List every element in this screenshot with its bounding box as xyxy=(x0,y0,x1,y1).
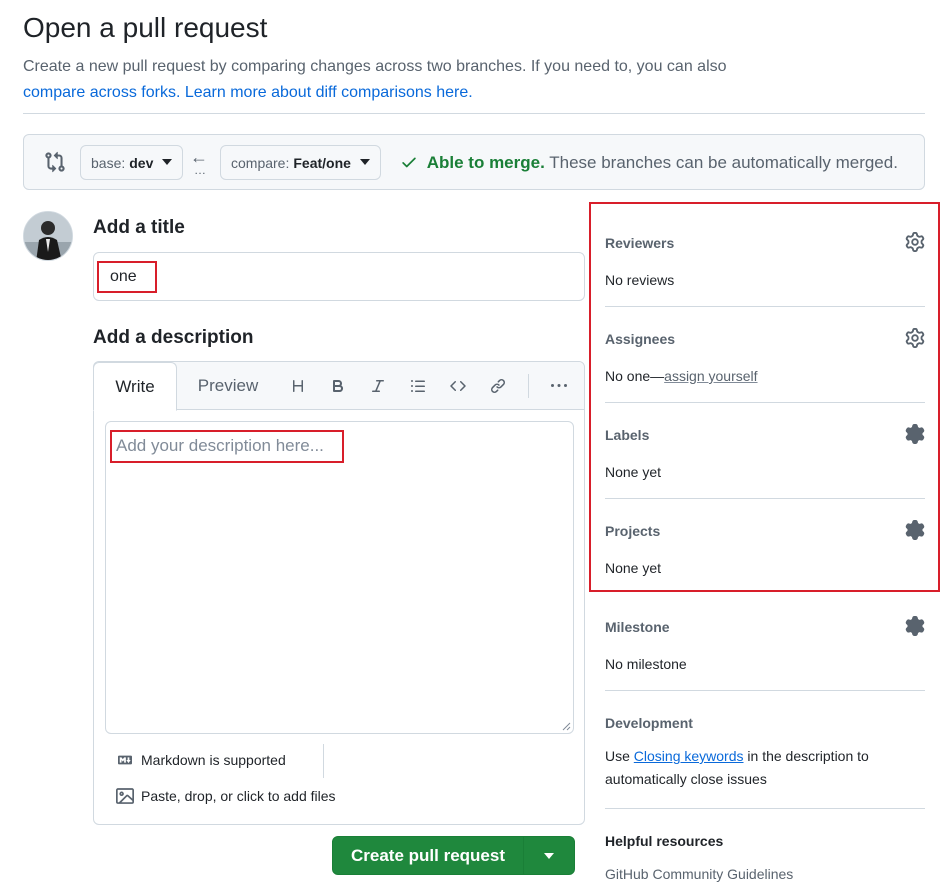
markdown-icon xyxy=(118,755,132,765)
list-icon xyxy=(411,380,425,392)
markdown-note[interactable]: Markdown is supported xyxy=(115,752,286,768)
merge-ok-label: Able to merge. xyxy=(426,153,545,172)
learn-more-link[interactable]: Learn more about diff comparisons here. xyxy=(185,84,473,101)
milestone-heading: Milestone xyxy=(605,619,670,635)
branch-compare-bar: base: dev ← … compare: Feat/one Able to … xyxy=(23,134,925,190)
title-label: Add a title xyxy=(93,217,185,238)
description-textarea[interactable]: Add your description here... xyxy=(105,421,574,734)
compare-branch-name: Feat/one xyxy=(293,154,351,171)
milestone-section: Milestone No milestone xyxy=(605,616,925,676)
compare-branch-select[interactable]: compare: Feat/one xyxy=(220,145,381,180)
base-branch-name: dev xyxy=(129,154,154,171)
community-guidelines-link[interactable]: GitHub Community Guidelines xyxy=(605,866,793,882)
create-pull-request-button[interactable]: Create pull request xyxy=(332,836,575,875)
development-prefix: Use xyxy=(605,748,634,764)
title-input[interactable]: one xyxy=(93,252,585,301)
more-button[interactable] xyxy=(547,374,571,398)
ellipsis-icon: … xyxy=(194,163,206,177)
heading-button[interactable] xyxy=(286,374,310,398)
gear-icon[interactable] xyxy=(905,616,925,636)
base-branch-select[interactable]: base: dev xyxy=(80,145,184,180)
link-button[interactable] xyxy=(486,374,510,398)
create-options-dropdown[interactable] xyxy=(524,837,574,874)
helpful-resources-list: GitHub Community Guidelines xyxy=(605,863,925,886)
closing-keywords-link[interactable]: Closing keywords xyxy=(634,748,744,764)
description-label: Add a description xyxy=(93,327,254,348)
markdown-note-label: Markdown is supported xyxy=(141,752,286,768)
bold-icon xyxy=(333,380,344,392)
more-icon xyxy=(551,384,567,387)
editor-toolbar: Write Preview xyxy=(93,362,584,411)
page-title: Open a pull request xyxy=(23,12,268,43)
resize-grip-icon[interactable] xyxy=(562,722,571,731)
italic-button[interactable] xyxy=(366,374,390,398)
development-section: Development Use Closing keywords in the … xyxy=(605,715,925,791)
merge-status: Able to merge. These branches can be aut… xyxy=(400,153,898,173)
base-prefix: base: xyxy=(91,154,126,171)
attach-files-label: Paste, drop, or click to add files xyxy=(141,788,336,804)
list-button[interactable] xyxy=(406,374,430,398)
sidebar-divider xyxy=(605,808,925,809)
avatar xyxy=(23,211,73,261)
header-divider xyxy=(23,113,925,114)
compare-prefix: compare: xyxy=(231,154,290,171)
avatar-image xyxy=(24,212,72,260)
sidebar-divider xyxy=(605,690,925,691)
code-icon xyxy=(450,380,466,392)
compare-forks-link[interactable]: compare across forks. xyxy=(23,84,180,101)
development-value: Use Closing keywords in the description … xyxy=(605,745,925,791)
merge-detail: These branches can be automatically merg… xyxy=(549,153,898,172)
page-subtitle: Create a new pull request by comparing c… xyxy=(23,54,903,106)
helpful-resources-section: Helpful resources GitHub Community Guide… xyxy=(605,833,925,886)
image-icon xyxy=(116,788,134,804)
bold-button[interactable] xyxy=(326,374,350,398)
tab-write[interactable]: Write xyxy=(93,362,177,411)
chevron-down-icon xyxy=(359,158,370,165)
helpful-resources-heading: Helpful resources xyxy=(605,833,724,849)
attach-files[interactable]: Paste, drop, or click to add files xyxy=(115,787,336,805)
check-icon xyxy=(402,157,416,168)
git-compare-icon xyxy=(45,151,65,173)
chevron-down-icon xyxy=(544,852,554,859)
subtitle-text: Create a new pull request by comparing c… xyxy=(23,58,727,75)
milestone-value: No milestone xyxy=(605,656,687,672)
italic-icon xyxy=(372,380,384,392)
footer-divider xyxy=(323,744,324,778)
title-highlight-box xyxy=(97,261,157,293)
tab-preview[interactable]: Preview xyxy=(186,362,270,410)
description-highlight-box xyxy=(110,430,344,463)
code-button[interactable] xyxy=(446,374,470,398)
chevron-down-icon xyxy=(162,158,173,165)
create-pull-request-label[interactable]: Create pull request xyxy=(333,837,524,874)
toolbar-divider xyxy=(528,374,529,398)
link-icon xyxy=(490,378,506,394)
heading-icon xyxy=(293,380,303,392)
sidebar-highlight-box xyxy=(589,202,940,592)
development-heading: Development xyxy=(605,715,693,731)
